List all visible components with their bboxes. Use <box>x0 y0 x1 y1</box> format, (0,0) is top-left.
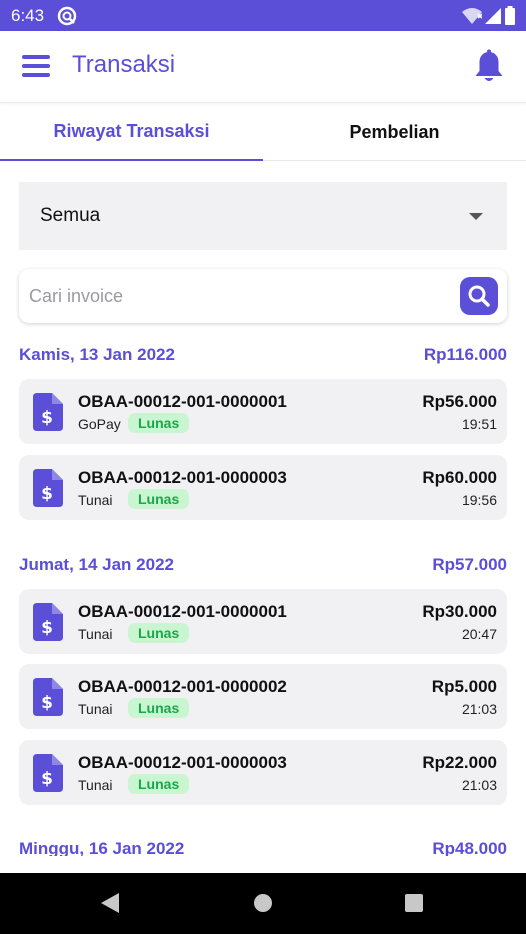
payment-method: Tunai <box>78 777 113 793</box>
invoice-number: OBAA-00012-001-0000003 <box>78 468 287 487</box>
group-total: Rp48.000 <box>432 839 507 856</box>
tab-riwayat-transaksi[interactable]: Riwayat Transaksi <box>0 103 263 161</box>
status-badge: Lunas <box>128 623 190 643</box>
status-badge: Lunas <box>128 698 190 718</box>
page-title: Transaksi <box>72 51 176 78</box>
search-input[interactable] <box>29 285 449 307</box>
system-nav-bar <box>0 873 526 934</box>
transaction-amount: Rp22.000 <box>422 753 497 772</box>
nav-back-icon[interactable] <box>101 893 119 913</box>
invoice-icon: $ <box>33 754 63 792</box>
filter-selected-value: Semua <box>40 205 101 226</box>
transaction-time: 19:56 <box>461 492 497 508</box>
payment-method: Tunai <box>78 701 113 717</box>
signal-icon <box>484 7 502 30</box>
transaction-time: 20:47 <box>461 626 497 642</box>
invoice-number: OBAA-00012-001-0000003 <box>78 753 287 772</box>
tab-bar: Riwayat Transaksi Pembelian <box>0 103 526 161</box>
transaction-card[interactable]: $ OBAA-00012-001-0000001 Tunai Lunas Rp3… <box>19 589 507 654</box>
transaction-amount: Rp60.000 <box>422 468 497 487</box>
payment-method: GoPay <box>78 416 121 432</box>
group-date: Minggu, 16 Jan 2022 <box>19 839 185 856</box>
transaction-amount: Rp30.000 <box>422 602 497 621</box>
invoice-number: OBAA-00012-001-0000001 <box>78 602 287 621</box>
status-time: 6:43 <box>11 5 45 25</box>
payment-method: Tunai <box>78 492 113 508</box>
group-date: Jumat, 14 Jan 2022 <box>19 555 174 574</box>
svg-text:$: $ <box>41 408 53 428</box>
battery-icon <box>504 6 516 31</box>
transaction-time: 19:51 <box>461 416 497 432</box>
group-date: Kamis, 13 Jan 2022 <box>19 345 175 364</box>
date-group-header: Jumat, 14 Jan 2022 Rp57.000 <box>19 554 507 576</box>
transaction-time: 21:03 <box>461 777 497 793</box>
invoice-icon: $ <box>33 678 63 716</box>
transaction-amount: Rp56.000 <box>422 392 497 411</box>
group-total: Rp116.000 <box>423 345 507 364</box>
bell-icon[interactable] <box>472 49 506 85</box>
invoice-number: OBAA-00012-001-0000002 <box>78 677 287 696</box>
payment-method: Tunai <box>78 626 113 642</box>
status-bar: 6:43 <box>0 0 526 31</box>
status-badge: Lunas <box>128 774 190 794</box>
transaction-amount: Rp5.000 <box>431 677 497 696</box>
status-indicators <box>462 6 516 31</box>
date-group-header: Minggu, 16 Jan 2022 Rp48.000 <box>19 838 507 856</box>
caret-down-icon <box>469 213 483 220</box>
invoice-icon: $ <box>33 469 63 507</box>
date-group-header: Kamis, 13 Jan 2022 Rp116.000 <box>19 344 507 366</box>
invoice-icon: $ <box>33 603 63 641</box>
transaction-time: 21:03 <box>461 701 497 717</box>
invoice-number: OBAA-00012-001-0000001 <box>78 392 287 411</box>
transaction-card[interactable]: $ OBAA-00012-001-0000003 Tunai Lunas Rp2… <box>19 740 507 805</box>
nav-recent-icon[interactable] <box>405 894 423 912</box>
notification-app-icon <box>57 6 77 26</box>
menu-icon[interactable] <box>22 53 52 79</box>
app-bar: Transaksi <box>0 31 526 103</box>
transaction-card[interactable]: $ OBAA-00012-001-0000003 Tunai Lunas Rp6… <box>19 455 507 520</box>
status-badge: Lunas <box>128 413 190 433</box>
svg-text:$: $ <box>41 769 53 789</box>
search-button[interactable] <box>460 277 498 315</box>
tab-pembelian[interactable]: Pembelian <box>263 103 526 161</box>
transaction-card[interactable]: $ OBAA-00012-001-0000002 Tunai Lunas Rp5… <box>19 664 507 729</box>
transaction-card[interactable]: $ OBAA-00012-001-0000001 GoPay Lunas Rp5… <box>19 379 507 444</box>
search-icon <box>468 285 490 307</box>
group-total: Rp57.000 <box>432 555 507 574</box>
nav-home-icon[interactable] <box>254 894 272 912</box>
list-clip: Minggu, 16 Jan 2022 Rp48.000 <box>0 830 526 856</box>
wifi-icon <box>462 7 483 30</box>
status-badge: Lunas <box>128 489 190 509</box>
filter-dropdown[interactable]: Semua <box>19 182 507 250</box>
search-bar <box>19 269 507 323</box>
svg-text:$: $ <box>41 693 53 713</box>
svg-text:$: $ <box>41 484 53 504</box>
svg-text:$: $ <box>41 618 53 638</box>
invoice-icon: $ <box>33 393 63 431</box>
